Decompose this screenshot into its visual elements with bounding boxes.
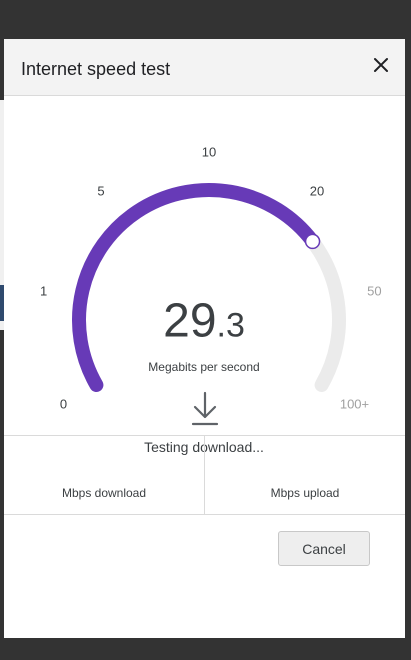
cancel-button[interactable]: Cancel <box>278 531 370 566</box>
gauge-tick-label: 50 <box>367 283 382 299</box>
dialog-title: Internet speed test <box>21 59 171 79</box>
gauge-tick-label: 1 <box>39 283 48 299</box>
speed-value-integer: 29 <box>163 294 217 348</box>
close-button[interactable] <box>367 51 395 79</box>
gauge-tick-label: 5 <box>97 183 105 199</box>
close-icon <box>374 58 388 72</box>
speed-unit-label: Megabits per second <box>148 360 260 374</box>
download-result-cell: Mbps download <box>4 436 204 514</box>
upload-result-label: Mbps upload <box>270 486 340 500</box>
download-arrow-icon <box>191 391 219 426</box>
gauge-tick-label: 10 <box>201 144 217 160</box>
download-result-label: Mbps download <box>61 486 147 500</box>
dialog-header: Internet speed test <box>4 39 405 96</box>
speed-value-decimal: .3 <box>216 306 245 345</box>
results-row: Mbps download Mbps upload <box>4 435 405 515</box>
speed-gauge: 0 1 5 10 20 50 100+ 29.3 Megabits per second T… <box>4 96 405 456</box>
gauge-needle-knob <box>304 233 321 250</box>
gauge-tick-label: 100+ <box>339 396 370 412</box>
speed-test-dialog: Internet speed test 0 1 5 10 20 50 100+ 29.3 M… <box>4 39 405 638</box>
gauge-tick-label: 20 <box>309 183 325 199</box>
gauge-tick-label: 0 <box>59 396 68 412</box>
upload-result-cell: Mbps upload <box>204 436 405 514</box>
speed-value: 29.3 <box>163 294 245 349</box>
gauge-progress-arc <box>72 183 320 392</box>
